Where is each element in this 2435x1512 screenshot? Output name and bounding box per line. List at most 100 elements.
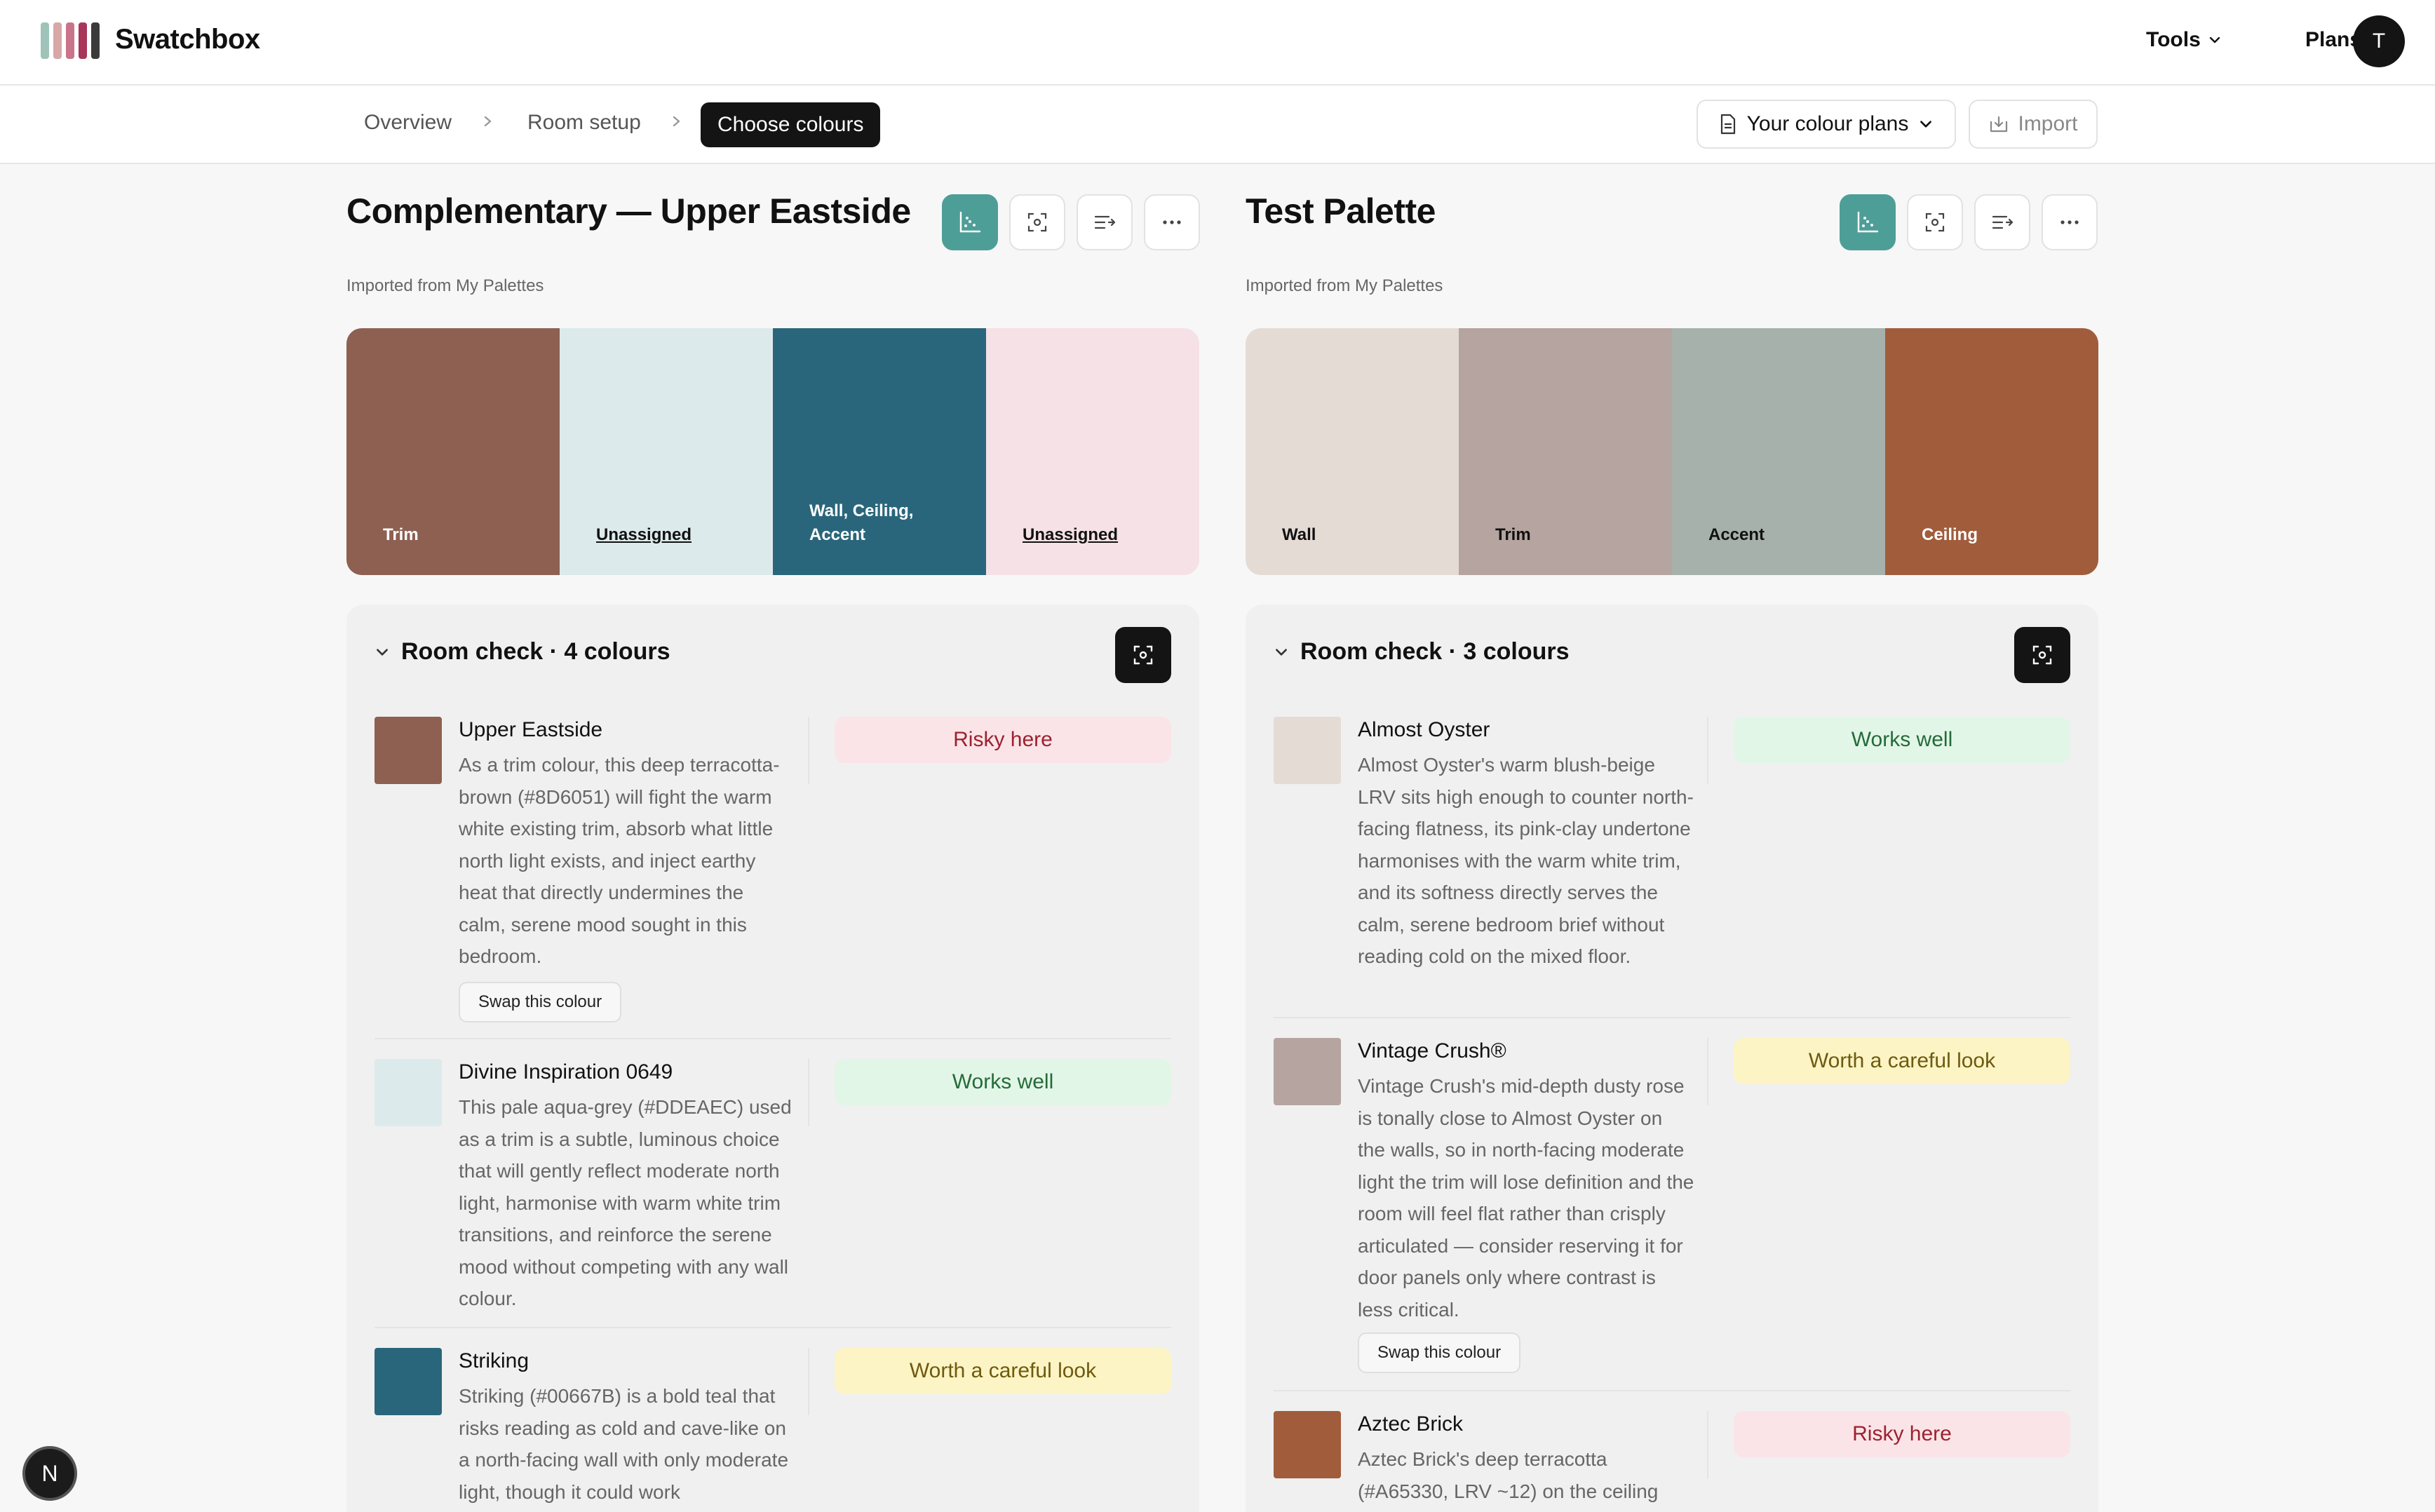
step-bar: Overview Room setup Choose colours Your … bbox=[0, 86, 2435, 164]
colour-chip bbox=[375, 1348, 442, 1415]
swatch[interactable]: Unassigned bbox=[986, 328, 1199, 575]
swatch[interactable]: Trim bbox=[346, 328, 560, 575]
nav-tools-label: Tools bbox=[2146, 28, 2201, 51]
import-label: Import bbox=[2018, 112, 2078, 135]
divider bbox=[1707, 717, 1708, 784]
chevron-down-icon bbox=[1918, 116, 1934, 132]
swap-colour-button[interactable]: Swap this colour bbox=[459, 982, 622, 1022]
import-icon bbox=[1988, 114, 2009, 134]
palette-title: Test Palette bbox=[1246, 191, 1436, 231]
logo-bar-3 bbox=[66, 22, 74, 59]
step-overview[interactable]: Overview bbox=[364, 111, 452, 135]
chevron-down-icon bbox=[375, 644, 390, 660]
colour-plans-label: Your colour plans bbox=[1746, 112, 1909, 135]
swatch[interactable]: Trim bbox=[1459, 328, 1672, 575]
chevron-down-icon bbox=[2208, 33, 2222, 47]
swap-colour-button[interactable]: Swap this colour bbox=[1358, 1332, 1521, 1373]
scan-icon bbox=[1133, 645, 1153, 665]
room-check-toggle[interactable]: Room check · 3 colours bbox=[1274, 638, 1570, 666]
room-scan-button[interactable] bbox=[2014, 627, 2070, 683]
divider bbox=[375, 1038, 1171, 1039]
colour-plans-dropdown[interactable]: Your colour plans bbox=[1697, 100, 1956, 149]
chart-view-button[interactable] bbox=[942, 194, 998, 250]
verdict-badge: Risky here bbox=[835, 717, 1171, 763]
list-view-button[interactable] bbox=[1974, 194, 2030, 250]
swatch-label[interactable]: Wall bbox=[1282, 523, 1316, 547]
focus-view-button[interactable] bbox=[1907, 194, 1963, 250]
palette-subtitle: Imported from My Palettes bbox=[346, 276, 544, 295]
logo-bar-2 bbox=[53, 22, 62, 59]
list-view-button[interactable] bbox=[1077, 194, 1133, 250]
scan-icon bbox=[1027, 212, 1047, 232]
room-check-panel: Room check · 3 colours Almost Oyster Alm… bbox=[1246, 605, 2098, 1512]
chevron-right-icon bbox=[671, 111, 682, 132]
colour-name: Aztec Brick bbox=[1358, 1412, 1464, 1436]
brand-name[interactable]: Swatchbox bbox=[115, 24, 260, 55]
divider bbox=[375, 1327, 1171, 1328]
avatar[interactable]: T bbox=[2353, 15, 2405, 67]
colour-description: Aztec Brick's deep terracotta (#A65330, … bbox=[1358, 1448, 1659, 1502]
colour-name: Vintage Crush® bbox=[1358, 1039, 1506, 1062]
colour-chip bbox=[375, 717, 442, 784]
room-check-heading: Room check · 4 colours bbox=[401, 638, 670, 665]
colour-description: Vintage Crush's mid-depth dusty rose is … bbox=[1358, 1075, 1694, 1321]
swatch[interactable]: Accent bbox=[1672, 328, 1885, 575]
colour-chip bbox=[1274, 1411, 1341, 1478]
logo-bar-1 bbox=[41, 22, 49, 59]
colour-chip bbox=[375, 1059, 442, 1126]
colour-description: Almost Oyster's warm blush-beige LRV sit… bbox=[1358, 754, 1694, 967]
divider bbox=[808, 1059, 809, 1126]
more-options-button[interactable] bbox=[2042, 194, 2098, 250]
swatch-label[interactable]: Accent bbox=[1708, 523, 1765, 547]
verdict-badge: Worth a careful look bbox=[1734, 1038, 2070, 1084]
swatch-strip: Trim Unassigned Wall, Ceiling, Accent Una… bbox=[346, 328, 1199, 575]
logo-bar-4 bbox=[79, 22, 87, 59]
step-choose-colours[interactable]: Choose colours bbox=[701, 102, 881, 147]
step-room-setup[interactable]: Room setup bbox=[527, 111, 641, 135]
verdict-badge: Works well bbox=[1734, 717, 2070, 763]
swatch-label[interactable]: Ceiling bbox=[1922, 523, 1978, 547]
logo-icon[interactable] bbox=[41, 22, 100, 59]
verdict-badge: Works well bbox=[835, 1059, 1171, 1105]
room-check-panel: Room check · 4 colours Upper Eastside As… bbox=[346, 605, 1199, 1512]
top-bar: Swatchbox Tools Plans T bbox=[0, 0, 2435, 86]
divider bbox=[808, 717, 809, 784]
colour-name: Upper Eastside bbox=[459, 718, 603, 741]
palette-title: Complementary — Upper Eastside bbox=[346, 191, 911, 231]
swatch[interactable]: Ceiling bbox=[1885, 328, 2098, 575]
focus-view-button[interactable] bbox=[1009, 194, 1065, 250]
chevron-right-icon bbox=[483, 111, 494, 132]
logo-bar-5 bbox=[91, 22, 100, 59]
swatch[interactable]: Unassigned bbox=[560, 328, 773, 575]
colour-description: This pale aqua-grey (#DDEAEC) used as a … bbox=[459, 1096, 792, 1309]
divider bbox=[1707, 1038, 1708, 1105]
swatch-label[interactable]: Unassigned bbox=[1023, 523, 1118, 547]
swatch-label[interactable]: Trim bbox=[383, 523, 419, 547]
room-scan-button[interactable] bbox=[1115, 627, 1171, 683]
scatter-chart-icon bbox=[959, 211, 981, 233]
colour-description: As a trim colour, this deep terracotta-b… bbox=[459, 754, 780, 967]
divider bbox=[1274, 1017, 2070, 1018]
room-check-toggle[interactable]: Room check · 4 colours bbox=[375, 638, 670, 666]
palette-subtitle: Imported from My Palettes bbox=[1246, 276, 1443, 295]
divider bbox=[808, 1348, 809, 1415]
import-button[interactable]: Import bbox=[1969, 100, 2098, 149]
swatch-label[interactable]: Unassigned bbox=[596, 523, 692, 547]
document-icon bbox=[1719, 114, 1737, 135]
list-add-icon bbox=[1094, 215, 1116, 229]
colour-chip bbox=[1274, 717, 1341, 784]
more-horizontal-icon bbox=[1163, 220, 1181, 224]
divider bbox=[1274, 1390, 2070, 1391]
room-check-heading: Room check · 3 colours bbox=[1300, 638, 1570, 665]
scan-icon bbox=[1925, 212, 1945, 232]
swatch[interactable]: Wall, Ceiling, Accent bbox=[773, 328, 986, 575]
colour-name: Divine Inspiration 0649 bbox=[459, 1060, 673, 1084]
swatch[interactable]: Wall bbox=[1246, 328, 1459, 575]
more-horizontal-icon bbox=[2060, 220, 2079, 224]
swatch-label[interactable]: Trim bbox=[1495, 523, 1531, 547]
chart-view-button[interactable] bbox=[1840, 194, 1896, 250]
dev-tools-badge[interactable]: N bbox=[22, 1446, 77, 1501]
nav-tools-menu[interactable]: Tools bbox=[2146, 28, 2222, 52]
more-options-button[interactable] bbox=[1144, 194, 1200, 250]
swatch-label[interactable]: Wall, Ceiling, Accent bbox=[809, 499, 913, 547]
